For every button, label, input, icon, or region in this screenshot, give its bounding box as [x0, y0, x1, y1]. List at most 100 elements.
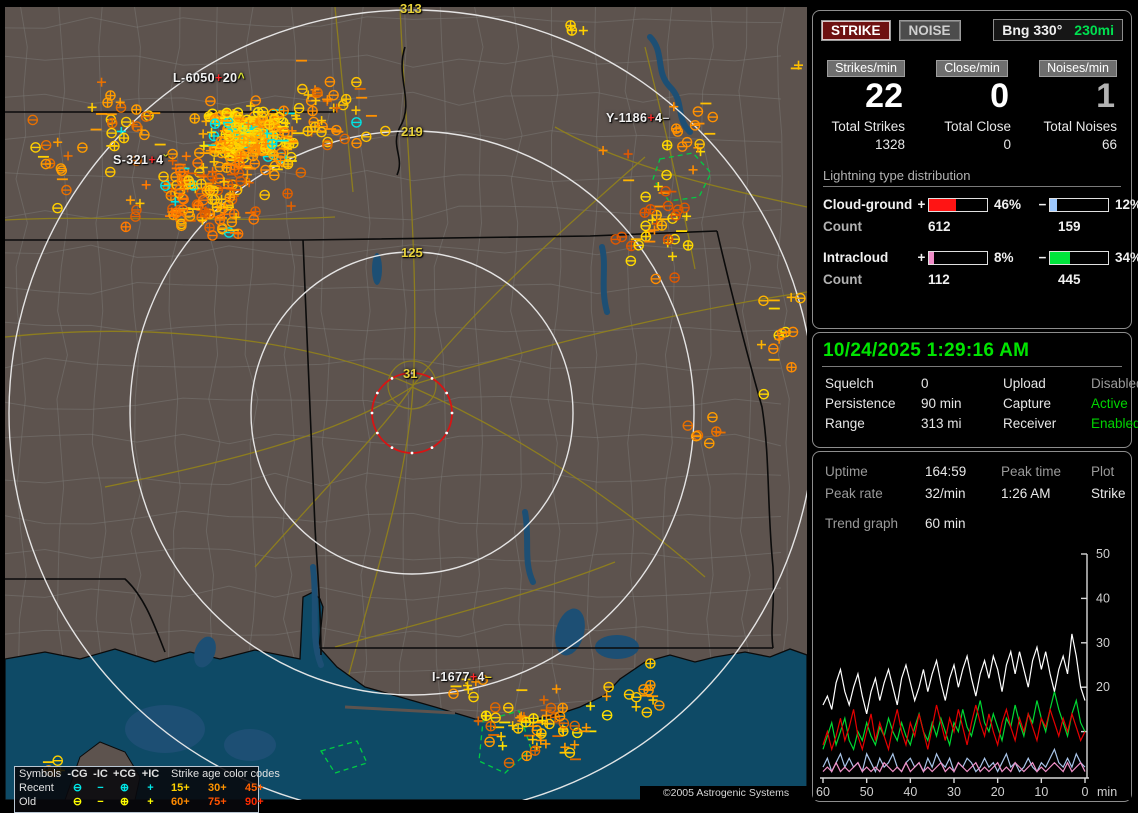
- intracloud-row: Intracloud + 8% − 34%: [823, 250, 1138, 265]
- plot-label: Plot: [1091, 463, 1115, 479]
- cg-minus-count: 159: [1058, 219, 1081, 234]
- session-row: Uptime 164:59 Peak time Plot: [825, 460, 1119, 482]
- status-row: Persistence 90 min Capture Active: [825, 393, 1128, 413]
- close-rate-value: 0: [990, 77, 1009, 115]
- age-badge: 60+: [171, 796, 190, 808]
- count-label: Count: [823, 219, 862, 234]
- total-noises-value: 66: [1101, 137, 1117, 152]
- legend-recent-row: Recent ⊖ − ⊕ + 15+ 30+ 45+: [15, 781, 264, 795]
- uptime-label: Uptime: [825, 463, 868, 479]
- minus-sign: −: [1038, 250, 1047, 265]
- persistence-value: 90 min: [921, 395, 962, 411]
- total-close-label: Total Close: [944, 119, 1011, 134]
- svg-text:min: min: [1097, 785, 1117, 799]
- ic-minus-bar: [1049, 250, 1109, 265]
- legend-old-row: Old ⊖ − ⊕ + 60+ 75+ 90+: [15, 795, 264, 809]
- age-badge: 45+: [245, 782, 264, 794]
- plus-icon: +: [147, 782, 154, 794]
- cg-minus-percent: 12%: [1115, 197, 1138, 212]
- cell-direction-icon: ˇ: [163, 153, 168, 167]
- count-label: Count: [823, 272, 862, 287]
- legend-row-label: Old: [19, 796, 37, 808]
- receiver-label: Receiver: [1003, 415, 1057, 431]
- datetime-display: 10/24/2025 1:29:16 AM: [823, 340, 1030, 361]
- close-counter: Close/min 0 Total Close 0: [919, 59, 1025, 152]
- squelch-value: 0: [921, 375, 929, 391]
- cg-plus-count: 612: [928, 219, 951, 234]
- storm-cell-label: Y-1186+4–: [606, 111, 670, 125]
- noises-counter: Noises/min 1 Total Noises 66: [1025, 59, 1131, 152]
- noises-per-min-button[interactable]: Noises/min: [1039, 60, 1117, 77]
- age-badge: 30+: [208, 782, 227, 794]
- ic-minus-percent: 34%: [1115, 250, 1138, 265]
- trend-graph-row: Trend graph 60 min: [825, 512, 1119, 534]
- trend-graph-label: Trend graph: [825, 515, 899, 531]
- cell-count: 4: [477, 670, 485, 684]
- minus-sign: −: [1038, 197, 1047, 212]
- session-panel: Uptime 164:59 Peak time Plot Peak rate 3…: [812, 451, 1132, 802]
- cell-id: I-1677: [432, 670, 470, 684]
- cloud-ground-label: Cloud-ground: [823, 197, 913, 212]
- peak-rate-label: Peak rate: [825, 485, 883, 501]
- status-row: Range 313 mi Receiver Enabled: [825, 413, 1138, 433]
- strike-mode-button[interactable]: STRIKE: [821, 19, 891, 41]
- bearing-value: Bng 330°: [1002, 22, 1063, 38]
- legend-type-neg-ic: -IC: [93, 768, 108, 780]
- strikes-per-min-button[interactable]: Strikes/min: [827, 60, 905, 77]
- intracloud-label: Intracloud: [823, 250, 889, 265]
- peak-time-value: 1:26 AM: [1001, 485, 1051, 501]
- cell-count: 20: [222, 71, 238, 85]
- age-badge: 90+: [245, 796, 264, 808]
- legend-type-pos-ic: +IC: [141, 768, 160, 780]
- strikes-counter: Strikes/min 22 Total Strikes 1328: [813, 59, 919, 152]
- plus-sign: +: [917, 197, 926, 212]
- legend-type-pos-cg: +CG: [113, 768, 136, 780]
- upload-label: Upload: [1003, 375, 1046, 391]
- range-ring-label: 219: [401, 124, 423, 139]
- cg-plus-percent: 46%: [994, 197, 1022, 212]
- cell-plus: +: [469, 670, 478, 684]
- mode-button-row: STRIKE NOISE Bng 330° 230mi: [821, 19, 1123, 41]
- legend-symbols-header: Symbols: [19, 768, 62, 780]
- peak-time-label: Peak time: [1001, 463, 1062, 479]
- total-strikes-value: 1328: [874, 137, 905, 152]
- svg-text:0: 0: [1082, 785, 1089, 799]
- intracloud-count-row: Count 112 445: [823, 272, 1121, 287]
- svg-text:20: 20: [1096, 680, 1110, 694]
- cell-direction-icon: –: [484, 670, 493, 684]
- ic-plus-bar: [928, 250, 988, 265]
- circle-minus-icon: ⊖: [72, 796, 83, 808]
- trend-graph: 50 40 30 20 60 50 40 30 20 10 0 min: [813, 542, 1131, 800]
- total-strikes-label: Total Strikes: [831, 119, 905, 134]
- cell-plus: +: [148, 153, 157, 167]
- circle-plus-icon: ⊕: [119, 796, 130, 808]
- plot-mode-value: Strike: [1091, 485, 1126, 501]
- cloud-ground-count-row: Count 612 159: [823, 219, 1121, 234]
- storm-cell-label: I-1677+4–: [432, 670, 492, 684]
- storm-cell-label: S-321+4ˇ: [113, 153, 168, 167]
- close-per-min-button[interactable]: Close/min: [936, 60, 1008, 77]
- bearing-readout: Bng 330° 230mi: [993, 19, 1123, 41]
- trend-window-value: 60 min: [925, 515, 966, 531]
- copyright-notice: ©2005 Astrogenic Systems: [640, 786, 812, 801]
- noise-mode-button[interactable]: NOISE: [898, 19, 961, 41]
- cell-id: Y-1186: [606, 111, 648, 125]
- lightning-map[interactable]: 31 125 219 313 L-6050+20^ S-321+4ˇ Y-118…: [5, 1, 812, 813]
- status-panel: 10/24/2025 1:29:16 AM Squelch 0 Upload D…: [812, 332, 1138, 448]
- plus-icon: +: [147, 796, 154, 808]
- cell-plus: +: [215, 71, 223, 85]
- ic-minus-count: 445: [1058, 272, 1081, 287]
- rate-counters: Strikes/min 22 Total Strikes 1328 Close/…: [813, 59, 1131, 152]
- upload-status: Disabled: [1091, 375, 1138, 391]
- distribution-title: Lightning type distribution: [823, 168, 1121, 187]
- divider: [822, 366, 1122, 367]
- bearing-range-value: 230mi: [1074, 22, 1114, 38]
- svg-text:30: 30: [947, 785, 961, 799]
- svg-text:50: 50: [860, 785, 874, 799]
- circle-plus-icon: ⊕: [119, 782, 130, 794]
- cell-id: S-321: [113, 153, 149, 167]
- total-close-value: 0: [1003, 137, 1011, 152]
- persistence-label: Persistence: [825, 395, 896, 411]
- uptime-value: 164:59: [925, 463, 967, 479]
- total-noises-label: Total Noises: [1043, 119, 1117, 134]
